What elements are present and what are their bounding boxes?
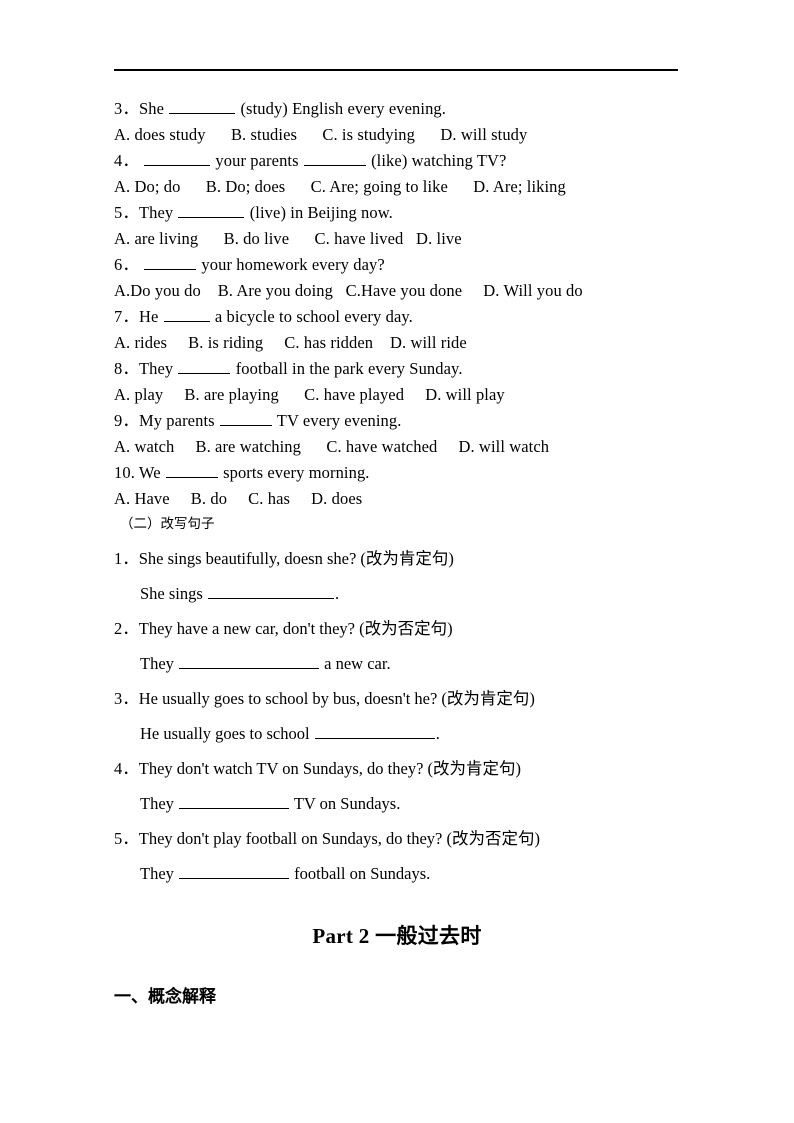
question-text-post: (study) English every evening. (236, 99, 446, 118)
multiple-choice-section: 3．She (study) English every evening. A. … (114, 96, 680, 886)
rewrite-items: 1．She sings beautifully, doesn she? (改为肯… (114, 547, 680, 886)
question-text-pre: 6． (114, 255, 144, 274)
rewrite-question: 1．She sings beautifully, doesn she? (改为肯… (114, 549, 454, 568)
question-text-pre: 5．They (114, 203, 178, 222)
question-prompt: 8．They football in the park every Sunday… (114, 356, 680, 382)
answer-blank[interactable] (178, 203, 245, 218)
rewrite-item: 5．They don't play football on Sundays, d… (114, 827, 680, 886)
question-text-post: your homework every day? (197, 255, 385, 274)
answer-blank[interactable] (179, 864, 290, 879)
question-text-post: sports every morning. (218, 463, 370, 482)
question-text-pre: 10. We (114, 463, 165, 482)
part-title: Part 2 一般过去时 (0, 920, 794, 950)
answer-text-pre: They (140, 794, 179, 813)
question-options: A. Do; do B. Do; does C. Are; going to l… (114, 177, 566, 196)
rewrite-item: 3．He usually goes to school by bus, does… (114, 687, 680, 746)
document-page: 3．She (study) English every evening. A. … (0, 0, 794, 1123)
rewrite-section-heading: （二）改写句子 (120, 516, 215, 532)
question-text-mid: your parents (211, 151, 303, 170)
answer-blank[interactable] (219, 411, 272, 426)
answer-blank[interactable] (144, 255, 197, 270)
question-prompt: 3．She (study) English every evening. (114, 96, 680, 122)
question-text-post: TV every evening. (272, 411, 402, 430)
rewrite-question: 3．He usually goes to school by bus, does… (114, 689, 535, 708)
answer-blank[interactable] (303, 151, 366, 166)
answer-text-pre: They (140, 864, 179, 883)
question-options: A.Do you do B. Are you doing C.Have you … (114, 281, 583, 300)
answer-blank[interactable] (179, 794, 290, 809)
rewrite-question: 2．They have a new car, don't they? (改为否定… (114, 619, 453, 638)
answer-blank[interactable] (169, 99, 236, 114)
question-prompt: 4． your parents (like) watching TV? (114, 148, 680, 174)
question-options: A. play B. are playing C. have played D.… (114, 385, 505, 404)
answer-blank[interactable] (207, 584, 334, 599)
question-text-post: (live) in Beijing now. (245, 203, 393, 222)
header-rule (114, 69, 678, 71)
question-options: A. rides B. is riding C. has ridden D. w… (114, 333, 467, 352)
rewrite-item: 1．She sings beautifully, doesn she? (改为肯… (114, 547, 680, 606)
question-text-pre: 8．They (114, 359, 178, 378)
part-title-chinese: 一般过去时 (375, 924, 482, 948)
answer-text-post: football on Sundays. (290, 864, 431, 883)
question-text-post: (like) watching TV? (366, 151, 507, 170)
rewrite-answer-line: They TV on Sundays. (114, 792, 680, 816)
rewrite-question: 5．They don't play football on Sundays, d… (114, 829, 540, 848)
question-text-pre: 4． (114, 151, 144, 170)
question-text-pre: 9．My parents (114, 411, 219, 430)
question-options: A. are living B. do live C. have lived D… (114, 229, 462, 248)
rewrite-question: 4．They don't watch TV on Sundays, do the… (114, 759, 522, 778)
rewrite-item: 2．They have a new car, don't they? (改为否定… (114, 617, 680, 676)
question-prompt: 6． your homework every day? (114, 252, 680, 278)
rewrite-answer-line: He usually goes to school . (114, 722, 680, 746)
rewrite-answer-line: They a new car. (114, 652, 680, 676)
section-heading: 一、概念解释 (114, 987, 216, 1007)
question-text-post: a bicycle to school every day. (210, 307, 413, 326)
answer-text-post: . (334, 584, 340, 603)
question-text-post: football in the park every Sunday. (231, 359, 463, 378)
question-options: A. does study B. studies C. is studying … (114, 125, 528, 144)
question-text-pre: 3．She (114, 99, 169, 118)
question-options: A. watch B. are watching C. have watched… (114, 437, 550, 456)
part-title-latin: Part 2 (312, 924, 376, 948)
answer-text-post: a new car. (320, 654, 391, 673)
question-prompt: 10. We sports every morning. (114, 460, 680, 486)
question-prompt: 9．My parents TV every evening. (114, 408, 680, 434)
rewrite-answer-line: They football on Sundays. (114, 862, 680, 886)
question-text-pre: 7．He (114, 307, 163, 326)
answer-text-post: . (435, 724, 440, 743)
answer-blank[interactable] (179, 654, 320, 669)
question-options: A. Have B. do C. has D. does (114, 489, 363, 508)
answer-blank[interactable] (314, 724, 435, 739)
answer-text-pre: They (140, 654, 179, 673)
answer-blank[interactable] (163, 307, 210, 322)
rewrite-answer-line: She sings . (114, 582, 680, 606)
answer-blank[interactable] (144, 151, 211, 166)
answer-text-pre: She sings (140, 584, 207, 603)
answer-text-post: TV on Sundays. (290, 794, 401, 813)
rewrite-item: 4．They don't watch TV on Sundays, do the… (114, 757, 680, 816)
answer-text-pre: He usually goes to school (140, 724, 314, 743)
answer-blank[interactable] (178, 359, 231, 374)
question-prompt: 7．He a bicycle to school every day. (114, 304, 680, 330)
answer-blank[interactable] (165, 463, 218, 478)
question-prompt: 5．They (live) in Beijing now. (114, 200, 680, 226)
